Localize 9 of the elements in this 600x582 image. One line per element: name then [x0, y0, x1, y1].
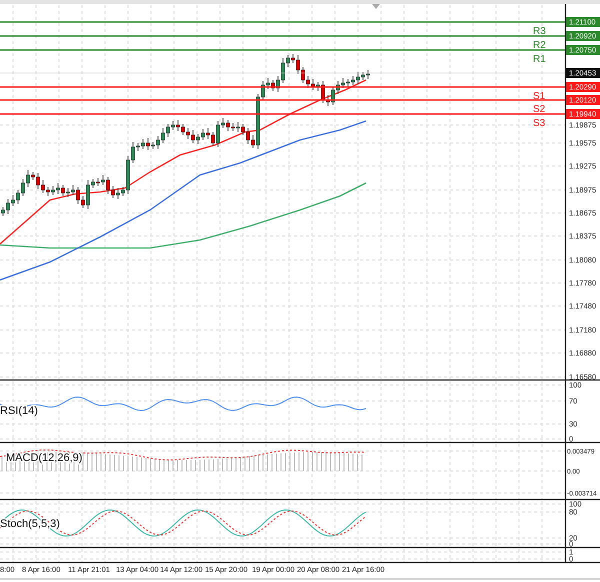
- level-label: S3: [533, 118, 546, 129]
- level-label: S2: [533, 104, 546, 115]
- level-label: S1: [533, 91, 546, 102]
- indicator-label: RSI(14): [0, 405, 38, 417]
- level-label: R1: [533, 54, 546, 65]
- indicator-label: MACD(12,26,9): [6, 452, 82, 464]
- triangle-icon: [372, 4, 380, 9]
- level-label: R3: [533, 26, 546, 37]
- level-label: R2: [533, 40, 546, 51]
